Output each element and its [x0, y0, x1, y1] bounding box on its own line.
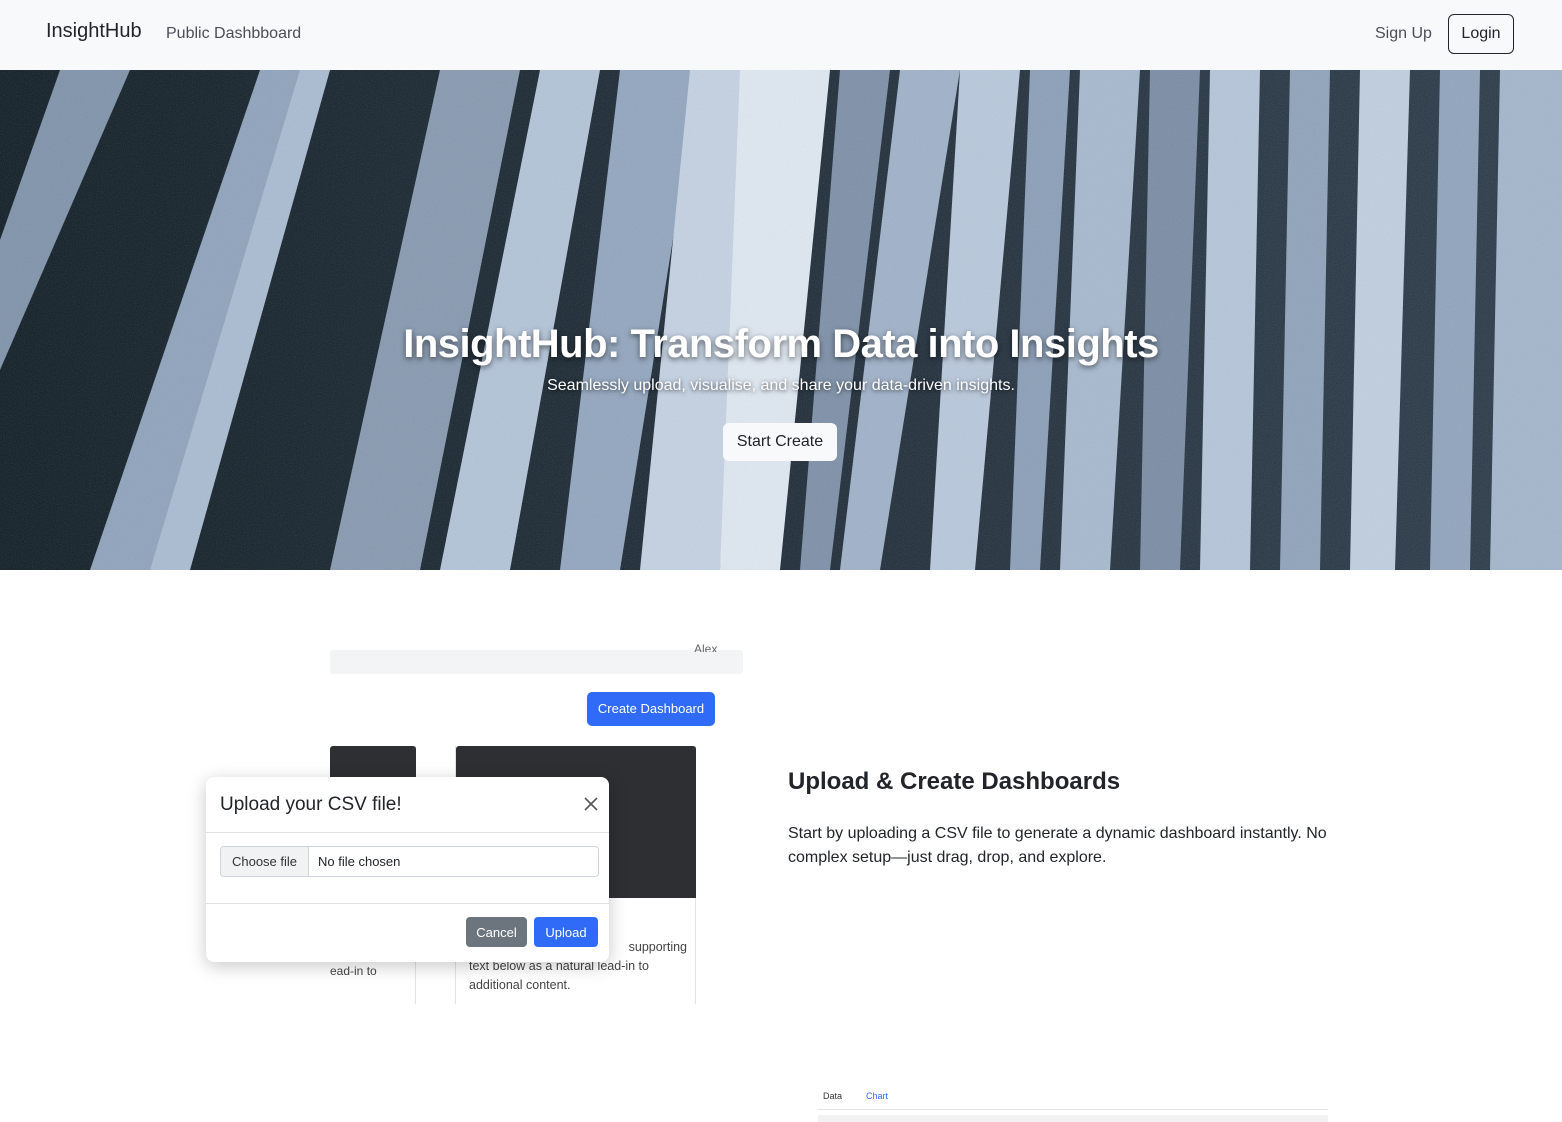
- preview-create-dashboard-button: Create Dashboard: [587, 692, 715, 726]
- nav-public-dashboard[interactable]: Public Dashbboard: [166, 25, 301, 43]
- upload-preview-screenshot: Alex Create Dashboard ead-in to supporti…: [204, 640, 748, 1010]
- start-create-button[interactable]: Start Create: [723, 423, 837, 461]
- preview-navbar: [330, 650, 743, 674]
- modal-title: Upload your CSV file!: [220, 794, 402, 815]
- file-status-text: No file chosen: [318, 854, 401, 869]
- upload-csv-modal: Upload your CSV file! Choose file No fil…: [206, 777, 609, 962]
- modal-divider: [206, 903, 609, 904]
- data-chart-preview-screenshot: Data Chart: [818, 1085, 1330, 1122]
- hero-subtitle: Seamlessly upload, visualise, and share …: [547, 377, 1015, 394]
- preview-card-text-line: additional content.: [469, 978, 571, 992]
- hero-title: InsightHub: Transform Data into Insights: [403, 322, 1159, 366]
- hero-banner: InsightHub: Transform Data into Insights…: [0, 70, 1562, 570]
- feature-description: Start by uploading a CSV file to generat…: [788, 825, 1327, 866]
- preview-tab-chart: Chart: [866, 1091, 889, 1101]
- choose-file-button: Choose file: [221, 847, 309, 876]
- hero-background-image: [0, 70, 1562, 570]
- preview-card-text: ead-in to: [330, 964, 377, 978]
- preview-tab-data: Data: [823, 1091, 843, 1101]
- preview-tab-divider: [818, 1109, 1328, 1110]
- navbar: InsightHub Public Dashbboard Sign Up Log…: [0, 0, 1562, 70]
- cancel-button: Cancel: [466, 917, 527, 947]
- nav-sign-up[interactable]: Sign Up: [1375, 25, 1432, 43]
- feature-heading: Upload & Create Dashboards: [788, 768, 1121, 795]
- brand-link[interactable]: InsightHub: [46, 20, 142, 43]
- close-icon: [584, 797, 598, 811]
- file-input: Choose file No file chosen: [220, 846, 599, 877]
- preview-user-name: Alex: [694, 642, 718, 652]
- preview-table-row: [818, 1115, 1328, 1122]
- upload-button: Upload: [534, 917, 598, 947]
- modal-divider: [206, 832, 609, 833]
- login-button[interactable]: Login: [1448, 14, 1514, 54]
